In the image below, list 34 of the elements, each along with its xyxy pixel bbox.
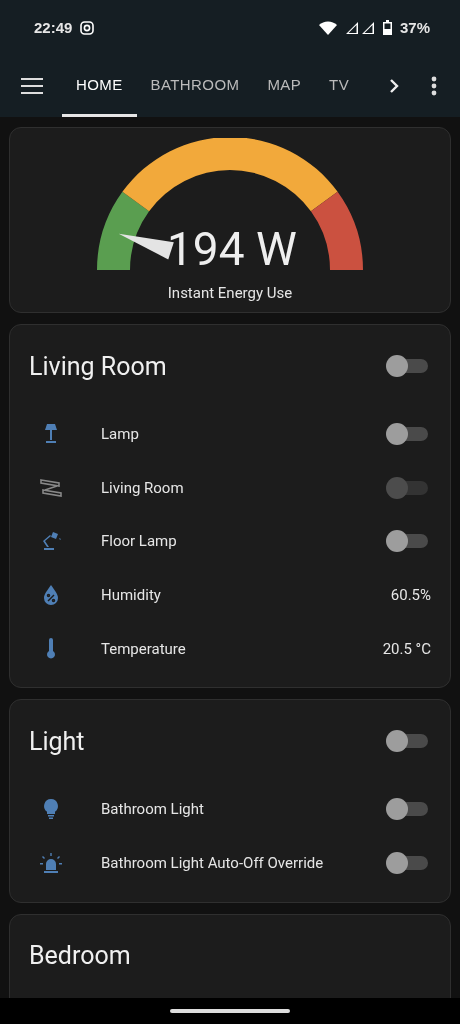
toggle-switch[interactable] xyxy=(386,421,428,446)
gauge-label: Instant Energy Use xyxy=(167,284,293,302)
card-title: Light xyxy=(29,726,86,756)
menu-icon[interactable] xyxy=(21,78,43,94)
battery-icon xyxy=(382,20,392,35)
tab[interactable]: TV xyxy=(315,55,364,117)
entity-name: Bathroom Light Auto-Off Override xyxy=(101,853,325,872)
gauge-value: 194 W xyxy=(167,226,297,272)
entity-name: Humidity xyxy=(101,585,162,604)
entity-name: Living Room xyxy=(101,478,185,497)
card-title: Bedroom xyxy=(29,941,132,971)
tab[interactable]: MAP xyxy=(253,55,316,117)
card-title: Living Room xyxy=(29,351,168,381)
entity-name: Lamp xyxy=(101,424,140,443)
tab[interactable]: BATHROOM xyxy=(136,55,254,117)
entity-name: Floor Lamp xyxy=(101,532,178,551)
wifi-icon xyxy=(318,20,337,35)
more-options-icon[interactable] xyxy=(431,76,437,96)
toggle-switch[interactable] xyxy=(386,797,428,822)
entity-name: Bathroom Light xyxy=(101,800,205,819)
sensor-value: 60.5% xyxy=(390,585,431,604)
toggle-switch[interactable] xyxy=(386,354,428,378)
status-time: 22:49 xyxy=(34,19,73,36)
chevron-right-icon[interactable] xyxy=(389,78,399,94)
camera-app-icon xyxy=(80,20,95,35)
toggle-switch[interactable] xyxy=(386,729,428,754)
tab[interactable]: HOME xyxy=(62,55,137,117)
toggle-switch[interactable] xyxy=(386,850,428,875)
battery-percent: 37% xyxy=(399,19,430,36)
entity-name: Temperature xyxy=(101,639,187,658)
alarm-light-icon xyxy=(39,850,63,875)
signal-icon xyxy=(344,20,375,35)
sensor-value: 20.5 °C xyxy=(382,639,431,658)
toggle-switch[interactable] xyxy=(386,529,428,554)
